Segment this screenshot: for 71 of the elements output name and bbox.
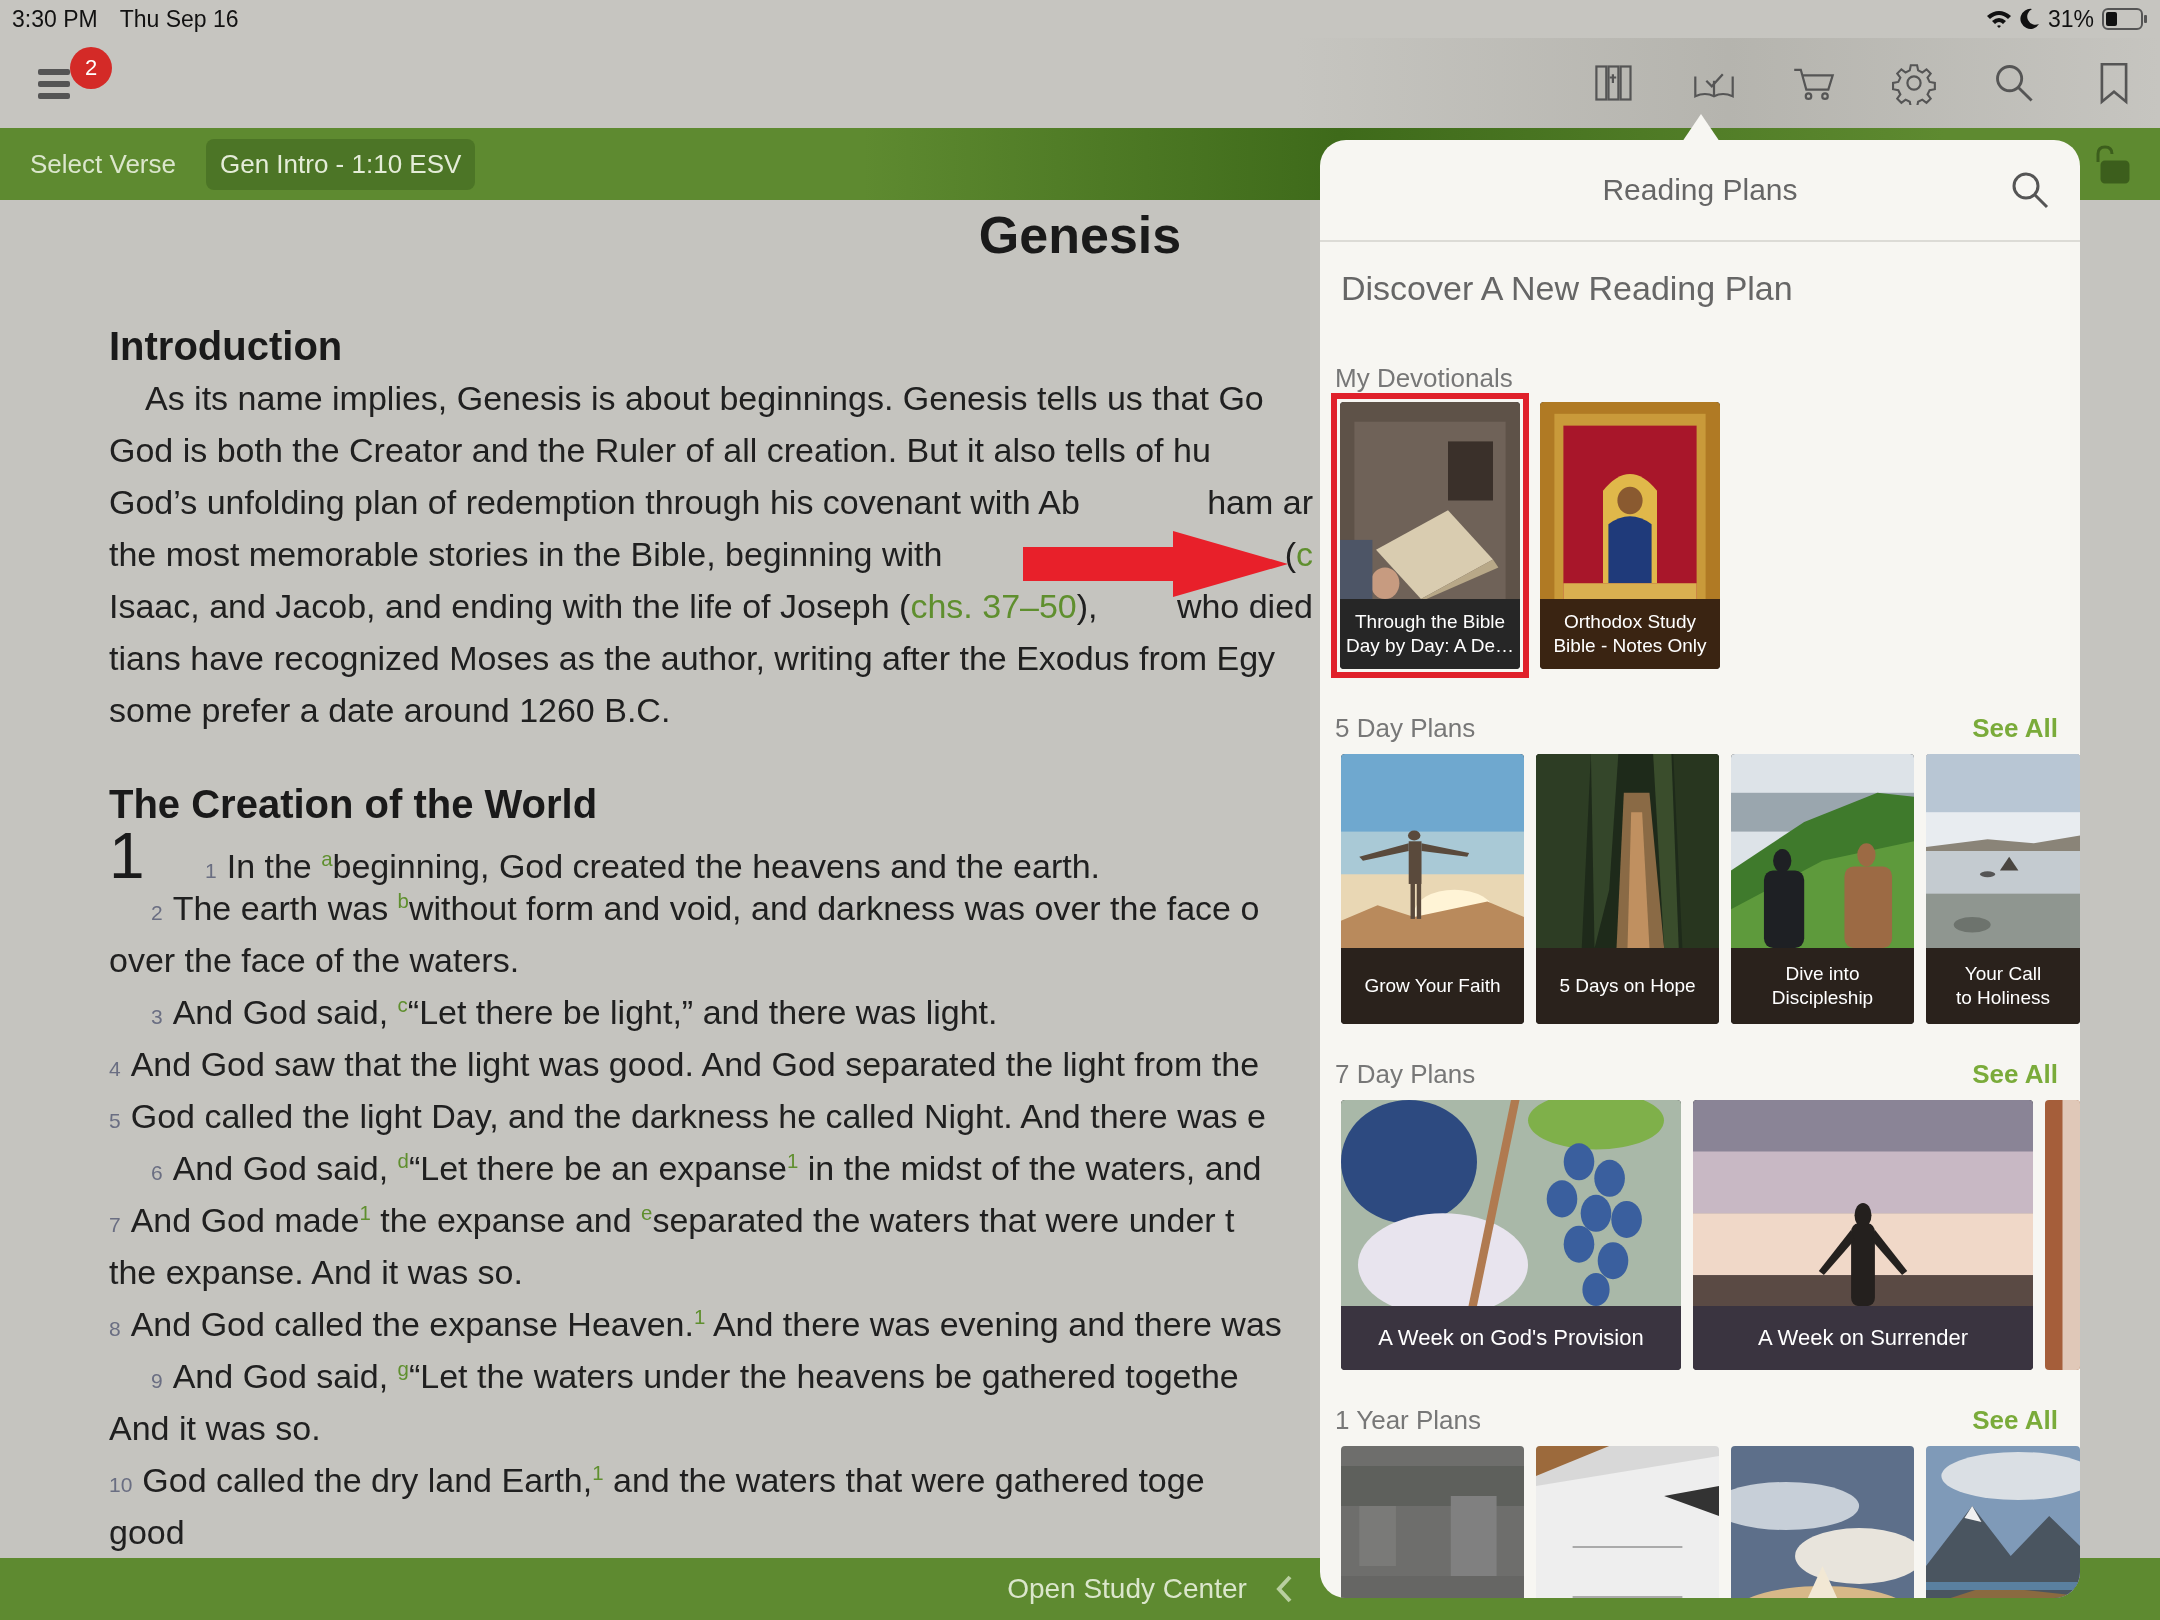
text-line: Isaac, and Jacob, and ending with the life of Joseph (chs. 37–50), [109,586,1098,627]
moon-icon [2019,8,2040,30]
search-icon[interactable] [2010,170,2050,210]
text-line: ham ar [1207,482,1313,523]
verse-number: 1 [205,858,217,884]
notification-badge: 2 [70,47,112,89]
verse-number: 9 [151,1368,163,1394]
book-title: Genesis [977,205,1183,266]
verse-number: 10 [109,1472,133,1498]
text-line: tians have recognized Moses as the author, writing after the Exodus from Egy [109,638,1276,679]
status-date: Thu Sep 16 [119,5,239,33]
text-line: the expanse. And it was so. [109,1252,523,1293]
text-line: God called the light Day, and the darkness he called Night. And there was e [130,1096,1266,1137]
card-title: Dive into Discipleship [1731,948,1914,1024]
verse-number: 2 [151,900,163,926]
text-line: God is both the Creator and the Ruler of all creation. But it also tells of hu [109,430,1211,471]
card-title: A Week on God's Provision [1341,1306,1681,1370]
verse-number: 5 [109,1108,121,1134]
text-line: who died [1176,586,1313,627]
text-line: God’s unfolding plan of redemption through his covenant with Ab [109,482,1080,523]
verse-number: 3 [151,1004,163,1030]
plan-card[interactable]: Your Call to Holiness [1926,754,2080,1024]
text-line: And it was so. [109,1408,321,1449]
card-title: 5 Days on Hope [1536,948,1719,1024]
settings-icon[interactable] [1892,61,1936,105]
text-line: And God said, $^{d}$“Let there be an expanse$^{1}$ in the midst of the waters, and [172,1148,1262,1189]
text-line: some prefer a date around 1260 B.C. [109,690,671,731]
card-title: Grow Your Faith [1341,948,1524,1024]
plan-card[interactable]: Through the Bible Day by Day: A De… [1340,402,1520,669]
group-title: 5 Day Plans [1335,712,1476,744]
plan-card[interactable]: Dive into Discipleship [1731,754,1914,1024]
text-line: over the face of the waters. [109,940,520,981]
verse-number: 7 [109,1212,121,1238]
chapter-number: 1 [109,830,146,882]
verse-number: 8 [109,1316,121,1342]
battery-percent: 31% [2047,5,2094,33]
chevron-left-icon[interactable] [1274,1575,1293,1603]
section-heading: The Creation of the World [109,781,599,828]
group-title: 7 Day Plans [1335,1058,1476,1090]
verse-number: 6 [151,1160,163,1186]
wifi-icon [1985,9,2012,29]
plan-card[interactable]: 5 Days on Hope [1536,754,1719,1024]
card-title: Orthodox Study Bible - Notes Only [1540,599,1720,669]
plan-card[interactable]: A Week on Surrender [1693,1100,2033,1370]
popover-title: Reading Plans [1602,173,1798,207]
text-line: And God saw that the light was good. And God separated the light from the [130,1044,1260,1085]
group-title: 1 Year Plans [1335,1404,1481,1436]
text-line: (c [1284,534,1313,575]
text-line: And God made$^{1}$ the expanse and $^{e}$separated the waters that were under t [130,1200,1235,1241]
reference-button[interactable]: Gen Intro - 1:10 ESV [206,138,476,190]
text-line: As its name implies, Genesis is about beginnings. Genesis tells us that Go [145,378,1264,419]
text-line: The earth was $^{b}$without form and void, and darkness was over the face o [172,888,1260,929]
plan-card[interactable]: Grow Your Faith [1341,754,1524,1024]
plan-card[interactable]: A Week on God's Provision [1341,1100,1681,1370]
verse-number: 4 [109,1056,121,1082]
text-line: the most memorable stories in the Bible, beginning with [109,534,943,575]
text-line: And God called the expanse Heaven.$^{1}$ And there was evening and there was [130,1304,1282,1345]
text-line: And God said, $^{g}$“Let the waters under the heavens be gathered togethe [172,1356,1239,1397]
plan-card[interactable]: Orthodox Study Bible - Notes Only [1540,402,1720,669]
group-title: My Devotionals [1335,362,1513,394]
text-line: And God said, $^{c}$“Let there be light,” and there was light. [172,992,998,1033]
card-title: Your Call to Holiness [1926,948,2080,1024]
battery-icon [2102,8,2148,30]
text-line: good [109,1512,185,1553]
text-line: God called the dry land Earth,$^{1}$ and the waters that were gathered toge [142,1460,1205,1501]
card-title: A Week on Surrender [1693,1306,2033,1370]
status-time: 3:30 PM [12,5,98,33]
card-title: Through the Bible Day by Day: A De… [1340,599,1520,669]
text-line: In the $^{a}$beginning, God created the heavens and the earth. [226,846,1100,887]
section-title: Discover A New Reading Plan [1341,268,1794,308]
section-heading: Introduction [109,323,344,370]
